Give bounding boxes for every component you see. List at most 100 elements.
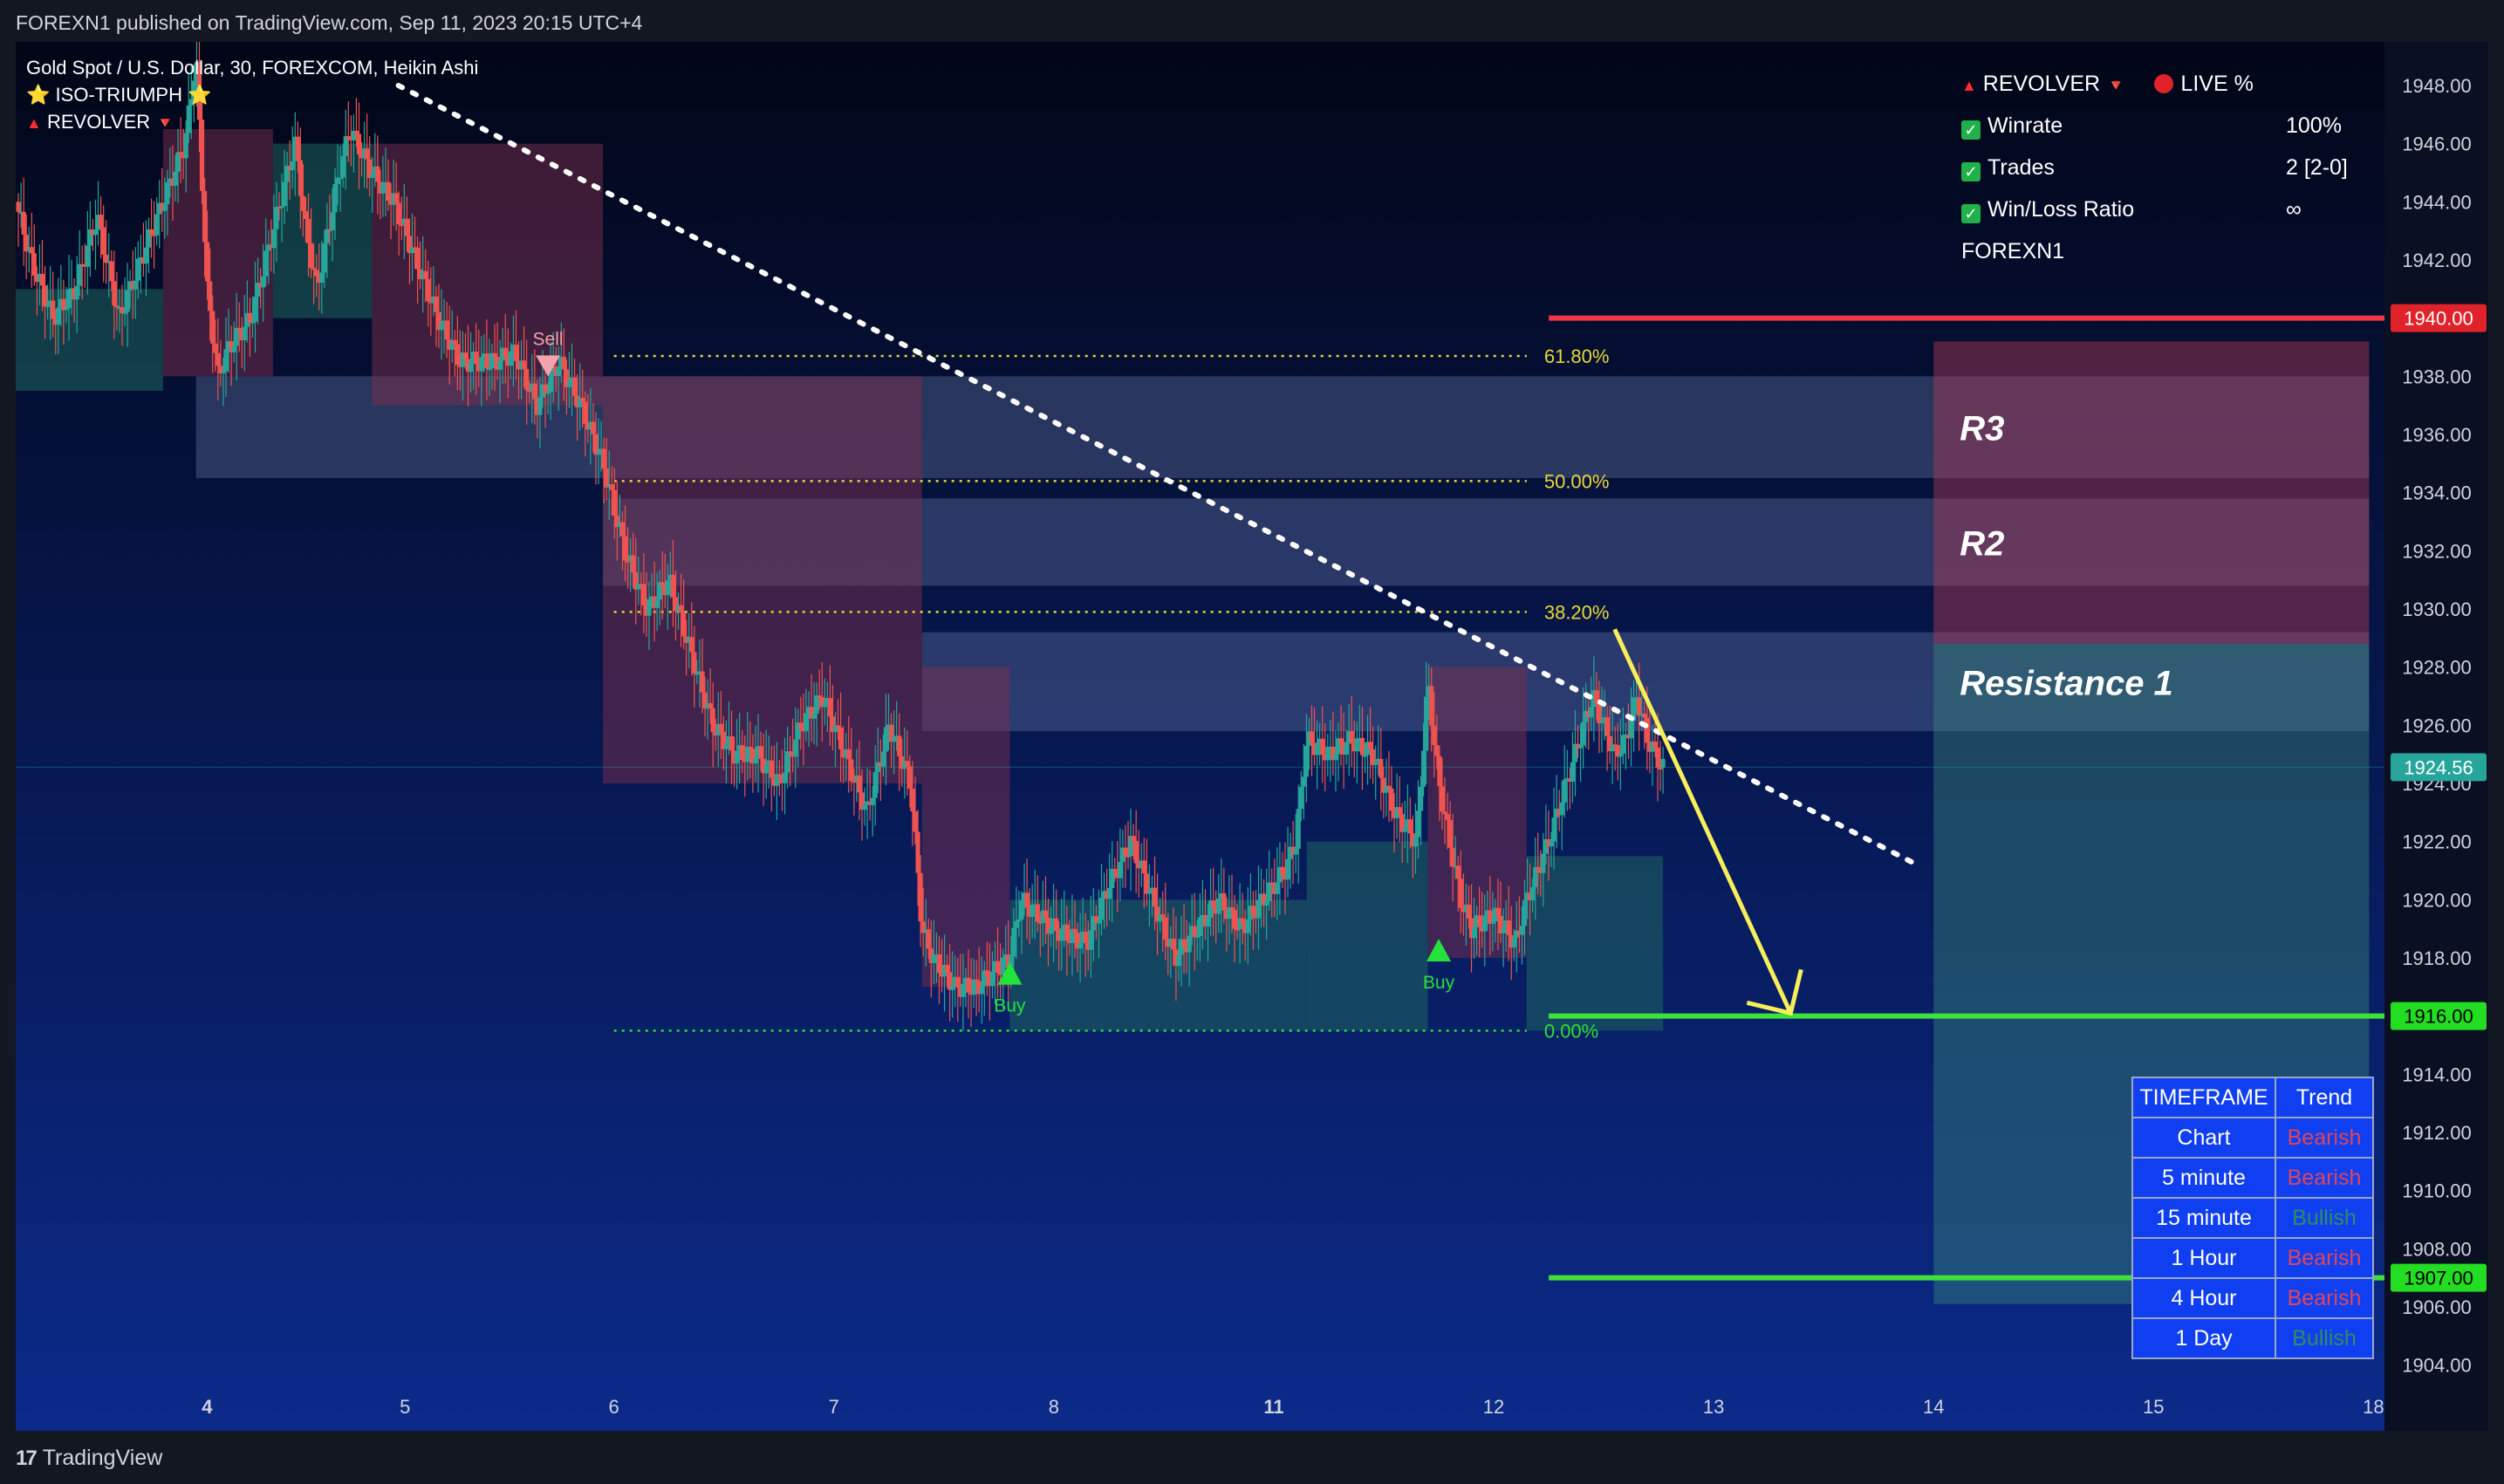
candle-body bbox=[99, 215, 104, 228]
candle-body bbox=[1597, 702, 1602, 724]
candle-body bbox=[1229, 906, 1235, 911]
candle-body bbox=[740, 745, 745, 761]
red-triangle-down-icon: 🔻 bbox=[155, 114, 175, 132]
candle-body bbox=[1386, 785, 1392, 789]
candle-body bbox=[1187, 935, 1192, 953]
candle-body bbox=[745, 746, 750, 763]
candle-body bbox=[979, 986, 984, 995]
tradingview-logo[interactable]: 17 TradingView bbox=[16, 1446, 162, 1471]
candle-body bbox=[1303, 745, 1309, 777]
candle-body bbox=[1216, 898, 1221, 914]
candle-body bbox=[897, 735, 902, 756]
tradingview-logo-icon: 17 bbox=[16, 1446, 38, 1470]
candle-body bbox=[1447, 819, 1453, 848]
candle-body bbox=[1240, 918, 1245, 925]
candle-body bbox=[566, 381, 572, 387]
trend-cell: Bullish bbox=[2275, 1197, 2374, 1239]
candle-body bbox=[1309, 731, 1315, 743]
candle-body bbox=[322, 243, 327, 273]
candle-body bbox=[1645, 717, 1650, 743]
candle-body bbox=[508, 351, 513, 366]
candle-body bbox=[1599, 721, 1604, 724]
check-icon: ✓ bbox=[1961, 204, 1981, 223]
candle-body bbox=[393, 193, 399, 203]
candle-body bbox=[1432, 725, 1437, 746]
candle-body bbox=[210, 311, 216, 344]
table-header-row: TIMEFRAME Trend bbox=[2131, 1077, 2374, 1118]
candle-body bbox=[112, 281, 117, 306]
candle-body bbox=[918, 872, 923, 922]
candle-body bbox=[1072, 928, 1078, 933]
candle-body bbox=[729, 735, 735, 751]
zone-label: R2 bbox=[1960, 524, 2004, 563]
candle-body bbox=[325, 229, 330, 243]
candle-body bbox=[1442, 811, 1447, 815]
stats-row-winrate: ✓ Winrate 100% bbox=[1961, 105, 2363, 147]
trend-cloud-segment bbox=[603, 376, 922, 783]
indicator-iso-triumph[interactable]: ⭐ ISO-TRIUMPH ⭐ bbox=[26, 81, 478, 108]
candle-body bbox=[1536, 866, 1541, 870]
candle-body bbox=[1373, 763, 1379, 765]
candle-body bbox=[1030, 905, 1035, 917]
candle-body bbox=[1637, 697, 1642, 716]
price-line-label: 1940.00 bbox=[2404, 308, 2473, 330]
candle-body bbox=[593, 434, 599, 455]
candle-body bbox=[452, 339, 457, 345]
candle-body bbox=[133, 280, 138, 290]
revolver-stats-panel: ▲ REVOLVER 🔻 LIVE % ✓ Winrate 100% ✓ Trades… bbox=[1961, 63, 2363, 272]
table-row: 1 Day Bullish bbox=[2131, 1317, 2374, 1359]
live-label: LIVE % bbox=[2180, 72, 2254, 96]
fib-level-label: 61.80% bbox=[1544, 345, 1610, 367]
candle-body bbox=[305, 218, 311, 243]
price-axis-tick: 1932.00 bbox=[2402, 540, 2472, 562]
candle-body bbox=[1181, 939, 1187, 947]
candle-body bbox=[1359, 737, 1365, 756]
candle-body bbox=[763, 764, 769, 774]
candle-body bbox=[1570, 762, 1576, 782]
candle-body bbox=[838, 727, 844, 750]
candle-body bbox=[827, 698, 832, 717]
stats-row-win-loss: ✓ Win/Loss Ratio ∞ bbox=[1961, 188, 2363, 230]
candle-body bbox=[905, 761, 910, 767]
price-axis-tick: 1914.00 bbox=[2402, 1063, 2472, 1085]
candle-body bbox=[913, 810, 918, 832]
candle-body bbox=[1660, 759, 1666, 768]
candle-body bbox=[1285, 858, 1290, 880]
candle-body bbox=[1245, 919, 1250, 933]
indicator-revolver[interactable]: ▲ REVOLVER 🔻 bbox=[26, 108, 478, 137]
table-row: 15 minute Bullish bbox=[2131, 1197, 2374, 1239]
candle-body bbox=[1098, 897, 1105, 920]
candle-body bbox=[1192, 926, 1197, 938]
candle-body bbox=[396, 202, 401, 225]
candle-body bbox=[365, 148, 370, 160]
candle-body bbox=[1267, 882, 1272, 901]
candle-body bbox=[1501, 928, 1506, 933]
candle-body bbox=[1628, 721, 1634, 739]
candle-body bbox=[1296, 809, 1301, 849]
candle-body bbox=[622, 536, 628, 561]
trend-cell: Bullish bbox=[2275, 1317, 2374, 1359]
price-axis-tick: 1934.00 bbox=[2402, 482, 2472, 504]
candle-body bbox=[29, 247, 34, 254]
candle-body bbox=[300, 195, 306, 211]
candle-body bbox=[601, 448, 606, 469]
candle-body bbox=[660, 582, 665, 587]
candle-body bbox=[1477, 915, 1482, 927]
price-axis-tick: 1942.00 bbox=[2402, 250, 2472, 271]
candle-body bbox=[143, 247, 149, 264]
candle-body bbox=[162, 204, 168, 211]
candle-body bbox=[332, 183, 338, 213]
candle-body bbox=[21, 211, 26, 235]
price-axis-tick: 1920.00 bbox=[2402, 889, 2472, 911]
candle-body bbox=[548, 372, 553, 393]
price-axis-tick: 1948.00 bbox=[2402, 75, 2472, 97]
candle-body bbox=[580, 398, 585, 402]
candle-body bbox=[1298, 786, 1303, 810]
candle-body bbox=[1397, 807, 1402, 815]
table-row: Chart Bearish bbox=[2131, 1117, 2374, 1159]
candle-body bbox=[532, 383, 537, 400]
candle-body bbox=[474, 352, 479, 365]
time-axis-tick: 7 bbox=[829, 1396, 839, 1418]
trend-cloud-segment bbox=[1526, 856, 1664, 1031]
candle-body bbox=[723, 744, 729, 749]
